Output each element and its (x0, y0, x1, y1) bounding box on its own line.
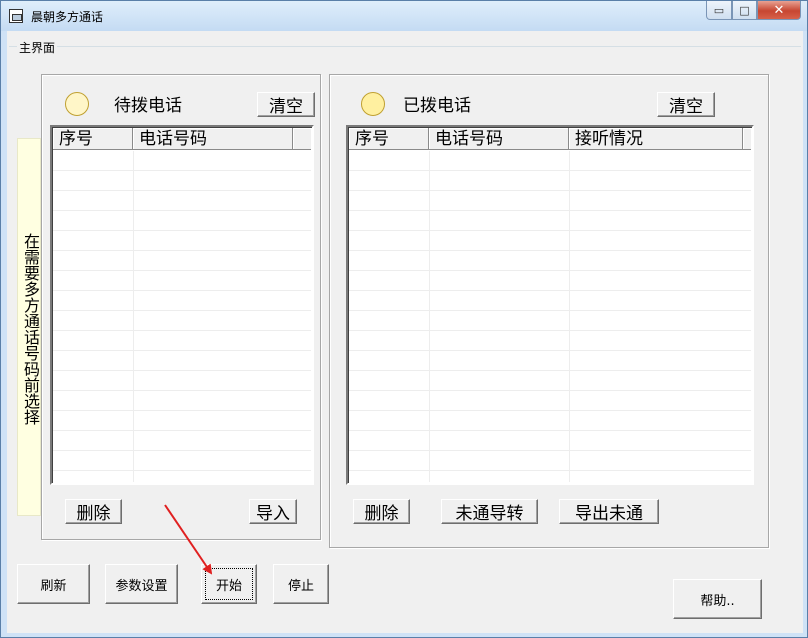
settings-button[interactable]: 参数设置 (105, 564, 178, 604)
dialed-list-header: 序号 电话号码 接听情况 (349, 128, 751, 150)
title-bar[interactable]: 晨朝多方通话 ▭ □ ✕ (1, 1, 807, 31)
window-controls: ▭ □ ✕ (706, 1, 801, 21)
pending-grid-line (133, 151, 134, 482)
dialed-grid-line (429, 151, 430, 482)
dialed-col-phone[interactable]: 电话号码 (429, 128, 569, 150)
pending-list-header: 序号 电话号码 (53, 128, 311, 150)
dialed-calls-list[interactable]: 序号 电话号码 接听情况 (346, 125, 754, 485)
close-button[interactable]: ✕ (757, 1, 801, 20)
dialed-col-answer-status[interactable]: 接听情况 (569, 128, 743, 150)
unanswered-transfer-button[interactable]: 未通导转 (441, 499, 538, 524)
pending-clear-button[interactable]: 清空 (257, 92, 315, 117)
dialed-status-lamp-icon (361, 92, 385, 116)
close-icon: ✕ (773, 2, 785, 18)
maximize-icon: □ (739, 3, 750, 17)
start-button[interactable]: 开始 (201, 564, 257, 604)
dialed-col-index[interactable]: 序号 (349, 128, 429, 150)
dialed-grid-line (569, 151, 570, 482)
side-note: 在需要多方通话号码前选择 (17, 138, 41, 516)
dialed-calls-title: 已拨电话 (403, 96, 471, 116)
import-button[interactable]: 导入 (249, 499, 297, 524)
pending-col-phone[interactable]: 电话号码 (133, 128, 293, 150)
client-area: 主界面 在需要多方通话号码前选择 待拨电话 清空 序号 电话号码 删除 导入 已… (7, 31, 803, 633)
pending-calls-list[interactable]: 序号 电话号码 (50, 125, 314, 485)
dialed-clear-button[interactable]: 清空 (657, 92, 715, 117)
pending-col-filler (293, 128, 311, 150)
stop-button[interactable]: 停止 (273, 564, 329, 604)
dialed-calls-panel: 已拨电话 清空 序号 电话号码 接听情况 删除 未通导转 导出未通 (329, 74, 769, 548)
minimize-icon: ▭ (713, 3, 725, 17)
pending-list-body[interactable] (53, 151, 311, 482)
pending-calls-panel: 待拨电话 清空 序号 电话号码 删除 导入 (41, 74, 321, 540)
pending-status-lamp-icon (65, 92, 89, 116)
maximize-button[interactable]: □ (732, 1, 757, 20)
pending-delete-button[interactable]: 删除 (65, 499, 122, 524)
dialed-delete-button[interactable]: 删除 (353, 499, 410, 524)
help-button[interactable]: 帮助.. (673, 579, 762, 619)
window-title: 晨朝多方通话 (31, 10, 104, 24)
dialed-col-filler (743, 128, 751, 150)
dialed-list-body[interactable] (349, 151, 751, 482)
main-group-label: 主界面 (17, 39, 58, 56)
export-unanswered-button[interactable]: 导出未通 (559, 499, 659, 524)
refresh-button[interactable]: 刷新 (17, 564, 90, 604)
pending-col-index[interactable]: 序号 (53, 128, 133, 150)
pending-calls-title: 待拨电话 (114, 96, 182, 116)
app-window-icon[interactable] (9, 9, 23, 23)
minimize-button[interactable]: ▭ (706, 1, 732, 20)
app-window: 晨朝多方通话 ▭ □ ✕ 主界面 在需要多方通话号码前选择 待拨电话 清空 序号… (0, 0, 808, 638)
